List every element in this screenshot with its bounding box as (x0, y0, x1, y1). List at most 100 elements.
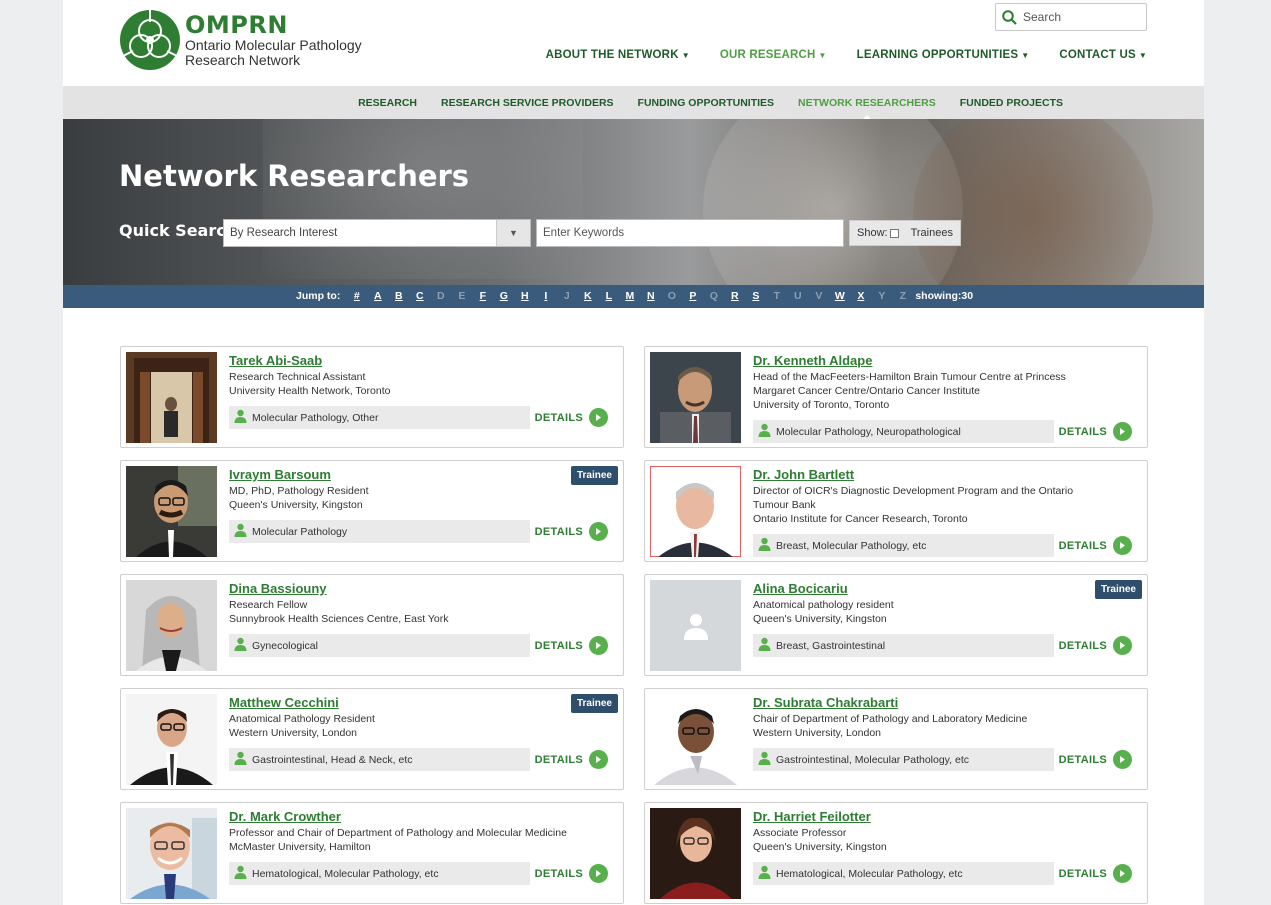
researcher-photo[interactable] (126, 808, 217, 899)
arrow-right-circle-icon (589, 522, 608, 541)
nav-learning[interactable]: LEARNING OPPORTUNITIES ▼ (857, 49, 1030, 61)
researcher-photo[interactable] (126, 352, 217, 443)
nav-about[interactable]: ABOUT THE NETWORK ▼ (546, 49, 690, 61)
jump-letter-f[interactable]: F (472, 290, 493, 302)
researcher-institution: Western University, London (229, 727, 358, 739)
jump-letter-n[interactable]: N (640, 290, 661, 302)
researcher-name-link[interactable]: Dina Bassiouny (229, 581, 609, 596)
jump-letter-h[interactable]: H (514, 290, 535, 302)
researcher-name-link[interactable]: Dr. John Bartlett (753, 467, 1133, 482)
researcher-name-link[interactable]: Dr. Mark Crowther (229, 809, 609, 824)
jump-letter-m[interactable]: M (619, 290, 640, 302)
person-icon (234, 865, 247, 882)
alphabet-jump-bar: Jump to: # A B C D E F G H I J K L M N O P Q R S T U V W X Y Zshow… (63, 285, 1204, 308)
jump-letter-d: D (437, 290, 445, 302)
researcher-title: Research Technical Assistant (229, 371, 366, 383)
details-button[interactable]: DETAILS (1059, 864, 1132, 883)
jump-letter-r[interactable]: R (724, 290, 745, 302)
researcher-photo[interactable] (126, 694, 217, 785)
research-interests-text: Molecular Pathology (252, 525, 348, 538)
researcher-photo[interactable] (650, 694, 741, 785)
arrow-right-circle-icon (1113, 636, 1132, 655)
research-interests: Hematological, Molecular Pathology, etc (753, 862, 1054, 885)
chevron-down-icon[interactable]: ▼ (496, 220, 530, 246)
subnav-funding[interactable]: FUNDING OPPORTUNITIES (638, 97, 775, 109)
researcher-name-link[interactable]: Matthew Cecchini (229, 695, 609, 710)
researcher-name-link[interactable]: Dr. Kenneth Aldape (753, 353, 1133, 368)
jump-letter-t: T (773, 290, 781, 302)
researcher-title: Margaret Cancer Centre/Ontario Cancer In… (753, 385, 981, 397)
researcher-card: Dr. John Bartlett Director of OICR's Diag… (644, 460, 1148, 562)
researcher-title: Tumour Bank (753, 499, 816, 511)
details-button[interactable]: DETAILS (535, 408, 608, 427)
details-button[interactable]: DETAILS (1059, 636, 1132, 655)
researcher-institution: Sunnybrook Health Sciences Centre, East … (229, 613, 449, 625)
person-icon (758, 865, 771, 882)
jump-letter-x[interactable]: X (850, 290, 871, 302)
omprn-logo-icon (120, 10, 180, 70)
researcher-photo[interactable] (650, 808, 741, 899)
jump-letter-b[interactable]: B (388, 290, 409, 302)
researcher-photo[interactable] (126, 580, 217, 671)
researcher-title: MD, PhD, Pathology Resident (229, 485, 369, 497)
jump-letter-a[interactable]: A (367, 290, 388, 302)
researcher-card: Dr. Mark Crowther Professor and Chair of … (120, 802, 624, 904)
trainees-label: Trainees (910, 227, 953, 239)
researcher-card: Tarek Abi-Saab Research Technical Assista… (120, 346, 624, 448)
nav-our-research[interactable]: OUR RESEARCH ▼ (720, 49, 827, 61)
nav-contact[interactable]: CONTACT US ▼ (1059, 49, 1147, 61)
researcher-institution: University Health Network, Toronto (229, 385, 391, 397)
researcher-photo[interactable] (650, 466, 741, 557)
jump-letter-k[interactable]: K (577, 290, 598, 302)
research-interests-text: Gynecological (252, 639, 318, 652)
jump-letter-i[interactable]: I (535, 290, 556, 302)
researcher-name-link[interactable]: Tarek Abi-Saab (229, 353, 609, 368)
researcher-institution: Western University, London (753, 727, 882, 739)
details-button[interactable]: DETAILS (535, 750, 608, 769)
trainees-checkbox[interactable] (889, 228, 899, 238)
site-logo[interactable]: OMPRN Ontario Molecular Pathology Resear… (119, 9, 362, 71)
details-button[interactable]: DETAILS (1059, 536, 1132, 555)
search-input[interactable] (1023, 10, 1133, 24)
researcher-institution: McMaster University, Hamilton (229, 841, 371, 853)
details-button[interactable]: DETAILS (535, 522, 608, 541)
subnav-network-researchers[interactable]: NETWORK RESEARCHERS (798, 97, 936, 123)
jump-letter-z: Z (899, 290, 907, 302)
details-button[interactable]: DETAILS (1059, 750, 1132, 769)
jump-letter-o: O (667, 290, 676, 302)
jump-letter-c[interactable]: C (409, 290, 430, 302)
avatar-placeholder-icon[interactable] (650, 580, 741, 671)
researcher-title: Professor and Chair of Department of Pat… (229, 827, 567, 839)
subnav-research[interactable]: RESEARCH (358, 97, 417, 109)
subnav-service-providers[interactable]: RESEARCH SERVICE PROVIDERS (441, 97, 614, 109)
researcher-photo[interactable] (650, 352, 741, 443)
jump-letter-l[interactable]: L (598, 290, 619, 302)
subnav-funded-projects[interactable]: FUNDED PROJECTS (960, 97, 1063, 109)
researcher-card: Matthew Cecchini Anatomical Pathology Res… (120, 688, 624, 790)
jump-letter-q: Q (709, 290, 718, 302)
researcher-name-link[interactable]: Ivraym Barsoum (229, 467, 609, 482)
jump-letter-g[interactable]: G (493, 290, 514, 302)
research-interests-text: Breast, Gastrointestinal (776, 639, 886, 652)
research-interests-text: Gastrointestinal, Molecular Pathology, e… (776, 753, 969, 766)
research-interest-select[interactable]: By Research Interest ▼ (223, 219, 531, 247)
details-button[interactable]: DETAILS (535, 636, 608, 655)
logo-subtitle-2: Research Network (185, 52, 301, 68)
researcher-name-link[interactable]: Dr. Harriet Feilotter (753, 809, 1133, 824)
search-icon[interactable] (1002, 9, 1017, 25)
person-icon (758, 751, 771, 768)
trainee-badge: Trainee (570, 466, 618, 485)
research-interests: Gynecological (229, 634, 530, 657)
details-button[interactable]: DETAILS (1059, 422, 1132, 441)
keywords-input[interactable] (536, 219, 844, 247)
jump-letter-s[interactable]: S (745, 290, 766, 302)
jump-letter-v: V (815, 290, 823, 302)
jump-letter-w[interactable]: W (829, 290, 850, 302)
researcher-photo[interactable] (126, 466, 217, 557)
researcher-name-link[interactable]: Dr. Subrata Chakrabarti (753, 695, 1133, 710)
jump-letter-p[interactable]: P (682, 290, 703, 302)
arrow-right-circle-icon (589, 750, 608, 769)
details-button[interactable]: DETAILS (535, 864, 608, 883)
researcher-name-link[interactable]: Alina Bocicariu (753, 581, 1133, 596)
jump-letter-hash[interactable]: # (346, 290, 367, 302)
